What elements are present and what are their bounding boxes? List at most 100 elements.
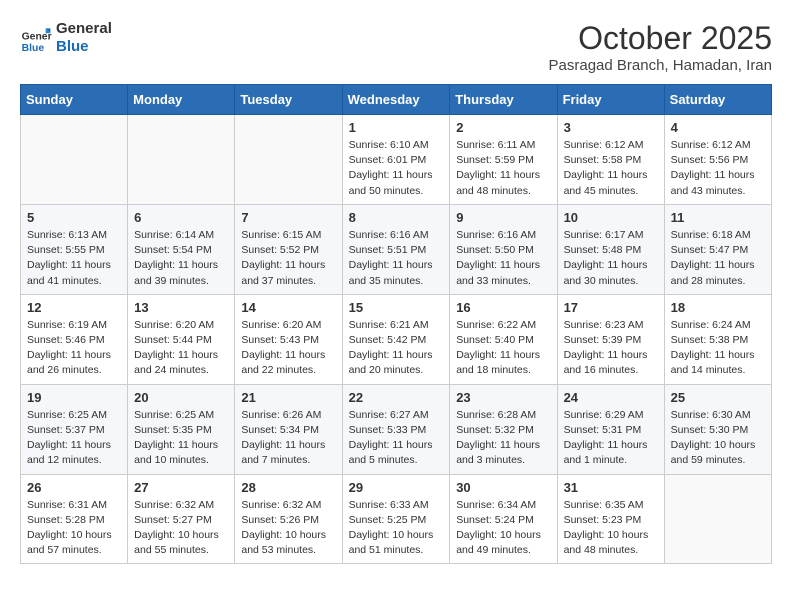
page-header: General Blue General Blue October 2025 P… [20, 20, 772, 74]
cell-line: Sunset: 5:52 PM [241, 244, 319, 256]
cell-line: and 39 minutes. [134, 275, 209, 287]
calendar-row-5: 26Sunrise: 6:31 AMSunset: 5:28 PMDayligh… [21, 474, 772, 564]
calendar-row-3: 12Sunrise: 6:19 AMSunset: 5:46 PMDayligh… [21, 294, 772, 384]
cell-line: Daylight: 11 hours [349, 169, 433, 181]
cell-line: and 16 minutes. [564, 364, 639, 376]
day-number: 12 [27, 300, 121, 315]
cell-line: Daylight: 10 hours [349, 529, 434, 541]
cell-line: and 59 minutes. [671, 454, 746, 466]
logo: General Blue General Blue [20, 20, 112, 56]
cell-line: Sunset: 5:23 PM [564, 514, 642, 526]
cell-content: Sunrise: 6:27 AMSunset: 5:33 PMDaylight:… [349, 408, 444, 469]
day-number: 21 [241, 390, 335, 405]
calendar-cell: 27Sunrise: 6:32 AMSunset: 5:27 PMDayligh… [128, 474, 235, 564]
cell-line: Sunset: 5:24 PM [456, 514, 534, 526]
day-number: 16 [456, 300, 550, 315]
cell-line: and 18 minutes. [456, 364, 531, 376]
day-number: 28 [241, 480, 335, 495]
cell-line: Sunrise: 6:13 AM [27, 229, 107, 241]
cell-line: Daylight: 11 hours [134, 439, 218, 451]
cell-content: Sunrise: 6:18 AMSunset: 5:47 PMDaylight:… [671, 228, 765, 289]
day-number: 20 [134, 390, 228, 405]
calendar-cell: 13 Sunrise: 6:20 AM Sunset: 5:44 PM Dayligh… [128, 294, 235, 384]
day-number: 6 [134, 210, 228, 225]
cell-line: Sunrise: 6:12 AM [671, 139, 751, 151]
cell-line: Daylight: 11 hours [241, 349, 325, 361]
cell-line: Sunrise: 6:17 AM [564, 229, 644, 241]
cell-line: Daylight: 11 hours [134, 349, 218, 361]
cell-line: and 14 minutes. [671, 364, 746, 376]
calendar-cell: 12Sunrise: 6:19 AMSunset: 5:46 PMDayligh… [21, 294, 128, 384]
logo-blue: Blue [56, 38, 112, 56]
calendar-cell: 5Sunrise: 6:13 AMSunset: 5:55 PMDaylight… [21, 204, 128, 294]
logo-general: General [56, 20, 112, 38]
cell-line: Sunset: 5:32 PM [456, 424, 534, 436]
cell-line: Daylight: 11 hours [456, 439, 540, 451]
cell-line: Sunset: 5:31 PM [564, 424, 642, 436]
day-number: 14 [241, 300, 335, 315]
calendar-cell: 14Sunrise: 6:20 AMSunset: 5:43 PMDayligh… [235, 294, 342, 384]
calendar-row-1: 1 Sunrise: 6:10 AMSunset: 6:01 PMDaylight… [21, 115, 772, 205]
cell-content: Sunrise: 6:23 AMSunset: 5:39 PMDaylight:… [564, 318, 658, 379]
cell-line: Daylight: 11 hours [349, 349, 433, 361]
cell-line: Sunrise: 6:20 AM [134, 319, 214, 331]
cell-line: Sunset: 5:35 PM [134, 424, 212, 436]
cell-line: Sunrise: 6:22 AM [456, 319, 536, 331]
cell-line: and 10 minutes. [134, 454, 209, 466]
cell-line: Sunset: 5:55 PM [27, 244, 105, 256]
cell-line: Sunset: 5:44 PM [134, 334, 212, 346]
cell-line: and 12 minutes. [27, 454, 102, 466]
day-number: 5 [27, 210, 121, 225]
cell-line: Daylight: 11 hours [564, 349, 648, 361]
cell-content: Sunrise: 6:17 AMSunset: 5:48 PMDaylight:… [564, 228, 658, 289]
cell-line: and 45 minutes. [564, 185, 639, 197]
cell-content: Sunrise: 6:28 AMSunset: 5:32 PMDaylight:… [456, 408, 550, 469]
cell-line: Sunrise: 6:15 AM [241, 229, 321, 241]
cell-line: Daylight: 11 hours [134, 259, 218, 271]
svg-text:General: General [22, 32, 52, 43]
weekday-header-saturday: Saturday [664, 85, 771, 115]
title-block: October 2025 Pasragad Branch, Hamadan, I… [549, 20, 772, 74]
day-number: 26 [27, 480, 121, 495]
calendar-cell: 8Sunrise: 6:16 AMSunset: 5:51 PMDaylight… [342, 204, 450, 294]
calendar-row-2: 5 Sunrise: 6:13 AM Sunset: 5:55 PM Daylight… [21, 204, 772, 294]
calendar-cell: 21Sunrise: 6:26 AMSunset: 5:34 PMDayligh… [235, 384, 342, 474]
cell-line: Sunset: 5:46 PM [27, 334, 105, 346]
cell-line: Sunset: 5:26 PM [241, 514, 319, 526]
day-number: 30 [456, 480, 550, 495]
cell-line: Daylight: 10 hours [671, 439, 756, 451]
cell-content: Sunrise: 6:10 AMSunset: 6:01 PMDaylight:… [349, 138, 444, 199]
cell-content: Sunrise: 6:33 AMSunset: 5:25 PMDaylight:… [349, 498, 444, 559]
cell-line: Sunrise: 6:11 AM [456, 139, 535, 151]
cell-line: Sunrise: 6:29 AM [564, 409, 644, 421]
calendar-cell: 20Sunrise: 6:25 AMSunset: 5:35 PMDayligh… [128, 384, 235, 474]
cell-line: Daylight: 11 hours [564, 169, 648, 181]
cell-line: and 24 minutes. [134, 364, 209, 376]
cell-line: Sunrise: 6:27 AM [349, 409, 429, 421]
day-number: 13 [134, 300, 228, 315]
calendar-cell: 4Sunrise: 6:12 AMSunset: 5:56 PMDaylight… [664, 115, 771, 205]
location-subtitle: Pasragad Branch, Hamadan, Iran [549, 57, 772, 74]
day-number: 10 [564, 210, 658, 225]
cell-line: Daylight: 11 hours [241, 439, 325, 451]
cell-line: Daylight: 11 hours [349, 259, 433, 271]
day-number: 19 [27, 390, 121, 405]
cell-content: Sunrise: 6:11 AMSunset: 5:59 PMDaylight:… [456, 138, 550, 199]
cell-line: Sunset: 5:37 PM [27, 424, 105, 436]
day-number: 9 [456, 210, 550, 225]
calendar-table: SundayMondayTuesdayWednesdayThursdayFrid… [20, 84, 772, 564]
cell-content: Sunrise: 6:30 AMSunset: 5:30 PMDaylight:… [671, 408, 765, 469]
calendar-cell: 16Sunrise: 6:22 AMSunset: 5:40 PMDayligh… [450, 294, 557, 384]
day-number: 31 [564, 480, 658, 495]
calendar-cell: 19Sunrise: 6:25 AMSunset: 5:37 PMDayligh… [21, 384, 128, 474]
cell-content: Sunrise: 6:35 AMSunset: 5:23 PMDaylight:… [564, 498, 658, 559]
cell-content: Sunrise: 6:21 AMSunset: 5:42 PMDaylight:… [349, 318, 444, 379]
day-number: 3 [564, 120, 658, 135]
cell-line: Sunrise: 6:34 AM [456, 499, 536, 511]
calendar-cell: 2Sunrise: 6:11 AMSunset: 5:59 PMDaylight… [450, 115, 557, 205]
cell-line: Sunrise: 6:32 AM [134, 499, 214, 511]
day-number: 1 [349, 120, 444, 135]
cell-line: and 3 minutes. [456, 454, 525, 466]
cell-line: Sunrise: 6:24 AM [671, 319, 751, 331]
day-number: 11 [671, 210, 765, 225]
